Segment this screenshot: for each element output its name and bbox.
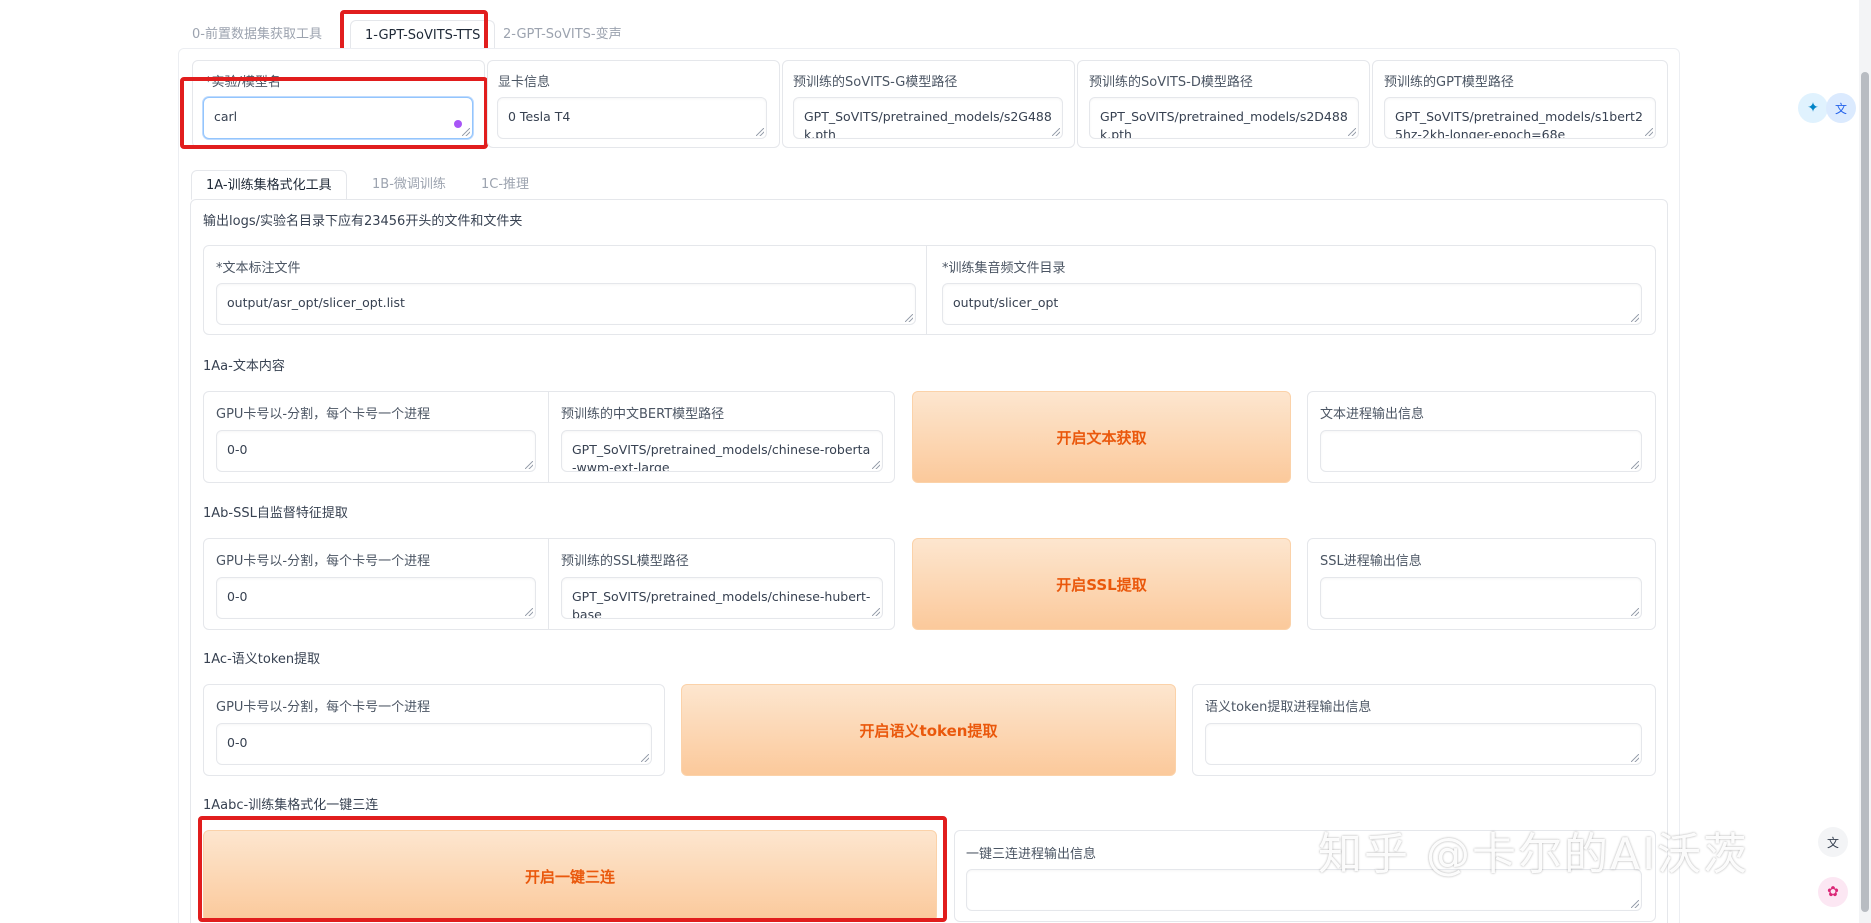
sovits-g-value: GPT_SoVITS/pretrained_models/s2G488k.pth [804,109,1052,139]
resize-grip-icon[interactable] [872,608,880,616]
gpu-info-field[interactable]: 0 Tesla T4 [497,97,767,139]
sovits-d-input[interactable]: GPT_SoVITS/pretrained_models/s2D488k.pth [1089,97,1359,139]
start-ssl-extract-button[interactable]: 开启SSL提取 [912,538,1291,630]
zhihu-watermark: 知乎 @卡尔的AI沃茨 [1318,829,1750,880]
sec-1a-gpu-label: GPU卡号以-分割，每个卡号一个进程 [216,407,431,422]
divider [926,246,927,334]
sec-1b-gpu-value: 0-0 [227,589,248,604]
resize-grip-icon[interactable] [641,754,649,762]
sec-1c-gpu-input[interactable]: 0-0 [216,723,652,765]
sovits-g-input[interactable]: GPT_SoVITS/pretrained_models/s2G488k.pth [793,97,1063,139]
sec-1b-ssl-label: 预训练的SSL模型路径 [561,554,689,569]
resize-grip-icon[interactable] [756,128,764,136]
list-file-label: *文本标注文件 [216,261,301,276]
sec-1b-gpu-label: GPU卡号以-分割，每个卡号一个进程 [216,554,431,569]
resize-grip-icon[interactable] [1631,608,1639,616]
translate-extension-icon[interactable]: 文 [1826,93,1856,123]
sec-1a-gpu-value: 0-0 [227,442,248,457]
exp-name-label: *实验/模型名 [205,75,281,90]
wav-dir-input[interactable]: output/slicer_opt [942,283,1642,325]
list-file-input[interactable]: output/asr_opt/slicer_opt.list [216,283,916,325]
brain-ai-icon[interactable]: ✿ [1818,877,1848,907]
translate-float-icon[interactable]: 文 [1818,827,1848,857]
resize-grip-icon[interactable] [1631,314,1639,322]
sec-1b-ssl-input[interactable]: GPT_SoVITS/pretrained_models/chinese-hub… [561,577,883,619]
assistant-extension-icon[interactable]: ✦ [1798,93,1828,123]
sec-1b-output-label: SSL进程输出信息 [1320,554,1422,569]
tab-1b-finetune[interactable]: 1B-微调训练 [372,170,446,200]
sec-1c-output-field[interactable] [1205,723,1642,765]
page-scrollbar-thumb[interactable] [1861,72,1869,912]
list-file-value: output/asr_opt/slicer_opt.list [227,295,405,310]
resize-grip-icon[interactable] [905,314,913,322]
intro-text: 输出logs/实验名目录下应有23456开头的文件和文件夹 [203,214,523,229]
resize-grip-icon[interactable] [1631,754,1639,762]
resize-grip-icon[interactable] [1052,128,1060,136]
sec-1a-bert-input[interactable]: GPT_SoVITS/pretrained_models/chinese-rob… [561,430,883,472]
resize-grip-icon[interactable] [872,461,880,469]
sec-1b-ssl-value: GPT_SoVITS/pretrained_models/chinese-hub… [572,589,871,619]
sec-1b-title: 1Ab-SSL自监督特征提取 [203,506,348,521]
resize-grip-icon[interactable] [525,461,533,469]
exp-name-value: carl [214,109,238,124]
resize-grip-icon[interactable] [462,128,470,136]
sec-1c-output-label: 语义token提取进程输出信息 [1205,700,1372,715]
sec-1a-output-label: 文本进程输出信息 [1320,407,1425,422]
sovits-d-label: 预训练的SoVITS-D模型路径 [1089,75,1253,90]
tab-1a-format-tool[interactable]: 1A-训练集格式化工具 [191,170,347,200]
gpt-path-value: GPT_SoVITS/pretrained_models/s1bert25hz-… [1395,109,1643,139]
sovits-d-value: GPT_SoVITS/pretrained_models/s2D488k.pth [1100,109,1348,139]
sec-1c-gpu-value: 0-0 [227,735,248,750]
sec-1a-output-field[interactable] [1320,430,1642,472]
sec-1c-gpu-label: GPU卡号以-分割，每个卡号一个进程 [216,700,431,715]
gpu-info-value: 0 Tesla T4 [508,109,571,124]
sec-1abc-title: 1Aabc-训练集格式化一键三连 [203,798,379,813]
sovits-g-label: 预训练的SoVITS-G模型路径 [793,75,958,90]
divider [548,392,549,482]
wav-dir-label: *训练集音频文件目录 [942,261,1066,276]
sec-1a-gpu-input[interactable]: 0-0 [216,430,536,472]
resize-grip-icon[interactable] [1631,461,1639,469]
start-semantic-token-button[interactable]: 开启语义token提取 [681,684,1176,776]
gpt-path-label: 预训练的GPT模型路径 [1384,75,1514,90]
resize-grip-icon[interactable] [1631,900,1639,908]
sec-1b-output-field[interactable] [1320,577,1642,619]
resize-grip-icon[interactable] [525,608,533,616]
tab-gpt-sovits-tts[interactable]: 1-GPT-SoVITS-TTS [350,20,496,50]
resize-grip-icon[interactable] [1348,128,1356,136]
gpt-path-input[interactable]: GPT_SoVITS/pretrained_models/s1bert25hz-… [1384,97,1656,139]
divider [548,539,549,629]
tab-gpt-sovits-voice-change[interactable]: 2-GPT-SoVITS-变声 [503,20,622,50]
start-text-extract-button[interactable]: 开启文本获取 [912,391,1291,483]
grammar-dot-icon [454,120,462,128]
sec-1c-title: 1Ac-语义token提取 [203,652,321,667]
wav-dir-value: output/slicer_opt [953,295,1059,310]
sec-1b-gpu-input[interactable]: 0-0 [216,577,536,619]
resize-grip-icon[interactable] [1645,128,1653,136]
gpu-info-label: 显卡信息 [498,75,551,90]
tab-1c-inference[interactable]: 1C-推理 [481,170,529,200]
tab-dataset-tools[interactable]: 0-前置数据集获取工具 [192,20,322,50]
sec-1a-title: 1Aa-文本内容 [203,359,285,374]
sec-1abc-output-label: 一键三连进程输出信息 [966,847,1097,862]
start-one-click-button[interactable]: 开启一键三连 [203,830,937,922]
exp-name-input[interactable]: carl [203,97,473,139]
sec-1a-bert-value: GPT_SoVITS/pretrained_models/chinese-rob… [572,442,871,472]
sec-1a-bert-label: 预训练的中文BERT模型路径 [561,407,725,422]
